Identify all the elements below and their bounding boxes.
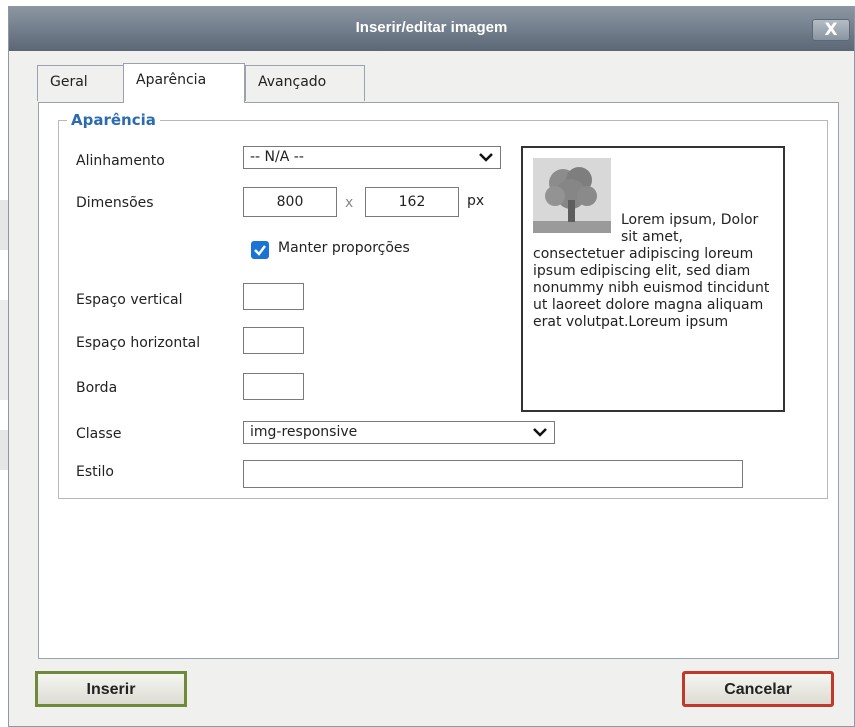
appearance-fieldset: Aparência Alinhamento -- N/A -- Dimensõe… — [58, 111, 828, 499]
dimension-unit: px — [467, 193, 485, 209]
fieldset-legend: Aparência — [67, 111, 160, 129]
width-value: 800 — [276, 194, 304, 210]
border-input[interactable] — [243, 373, 304, 400]
horizontal-space-input[interactable] — [243, 327, 304, 354]
border-label: Borda — [76, 380, 118, 396]
dimension-separator: x — [345, 195, 354, 211]
width-input[interactable]: 800 — [243, 187, 337, 217]
class-label: Classe — [76, 426, 122, 442]
chevron-down-icon — [479, 153, 493, 162]
cancel-button[interactable]: Cancelar — [682, 671, 834, 707]
class-value: img-responsive — [250, 424, 358, 440]
tab-panel: Aparência Alinhamento -- N/A -- Dimensõe… — [38, 102, 839, 659]
vertical-space-input[interactable] — [243, 283, 304, 310]
alignment-select[interactable]: -- N/A -- — [243, 146, 501, 169]
keep-proportions-checkbox[interactable] — [251, 241, 269, 259]
insert-button-label: Inserir — [86, 681, 136, 698]
image-preview: Lorem ipsum, Dolor sit amet, consectetue… — [521, 146, 785, 412]
tab-label: Aparência — [136, 72, 207, 88]
style-input[interactable] — [243, 460, 743, 488]
chevron-down-icon — [533, 428, 547, 437]
tab-label: Avançado — [258, 74, 327, 90]
close-button[interactable]: X — [812, 19, 850, 41]
class-select[interactable]: img-responsive — [243, 421, 555, 444]
preview-content: Lorem ipsum, Dolor sit amet, consectetue… — [533, 158, 777, 331]
image-dialog: Inserir/editar imagem X Geral Aparência … — [8, 6, 855, 727]
horizontal-space-label: Espaço horizontal — [76, 335, 201, 351]
checkmark-icon — [254, 245, 266, 256]
dimensions-label: Dimensões — [76, 195, 154, 211]
tab-label: Geral — [50, 74, 88, 90]
cancel-button-label: Cancelar — [724, 681, 792, 698]
tab-aparencia[interactable]: Aparência — [123, 63, 245, 103]
alignment-label: Alinhamento — [76, 153, 165, 169]
vertical-space-label: Espaço vertical — [76, 292, 183, 308]
tree-image-icon — [533, 158, 611, 233]
close-icon: X — [824, 20, 838, 40]
alignment-value: -- N/A -- — [250, 149, 304, 165]
tab-geral[interactable]: Geral — [37, 65, 124, 101]
dialog-title: Inserir/editar imagem — [355, 19, 508, 36]
insert-button[interactable]: Inserir — [35, 671, 187, 707]
style-label: Estilo — [76, 464, 114, 480]
height-input[interactable]: 162 — [365, 187, 459, 217]
title-bar[interactable]: Inserir/editar imagem X — [9, 7, 854, 51]
keep-proportions-label: Manter proporções — [278, 240, 410, 256]
height-value: 162 — [398, 194, 426, 210]
tab-avancado[interactable]: Avançado — [245, 65, 365, 101]
